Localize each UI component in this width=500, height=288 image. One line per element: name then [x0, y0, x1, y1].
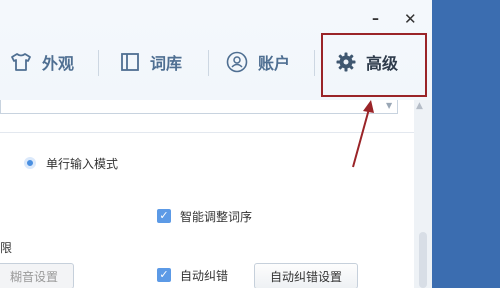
- minimize-button[interactable]: –: [372, 10, 379, 28]
- checkbox-autocorrect[interactable]: ✓: [157, 268, 171, 282]
- chevron-down-icon[interactable]: ▼: [386, 101, 392, 110]
- partial-label: 限: [0, 241, 13, 255]
- close-button[interactable]: ✕: [404, 10, 417, 28]
- tab-dictionary[interactable]: 词库: [120, 48, 182, 76]
- autocorrect-settings-button[interactable]: 自动纠错设置: [254, 263, 358, 288]
- radio-single-line-label: 单行输入模式: [46, 157, 119, 171]
- tab-account[interactable]: 账户: [226, 48, 290, 76]
- tab-label: 词库: [150, 54, 183, 73]
- tab-label: 外观: [42, 54, 75, 73]
- checkbox-smart-order-label: 智能调整词序: [180, 210, 253, 224]
- fuzzy-pinyin-settings-button[interactable]: 糊音设置: [0, 263, 74, 288]
- tab-divider: [208, 50, 209, 76]
- tshirt-icon: [10, 52, 32, 72]
- user-icon: [226, 51, 248, 73]
- checkbox-autocorrect-label: 自动纠错: [180, 269, 229, 283]
- tab-divider: [314, 50, 315, 76]
- tab-appearance[interactable]: 外观: [10, 48, 74, 76]
- annotation-highlight-box: [321, 33, 427, 97]
- scroll-up-arrow-icon[interactable]: ▲: [416, 101, 423, 111]
- settings-dialog: – ✕ 外观 词库 账户 高级 ▼ ▲ 单行输入模式 ✓ 智能调整词序 限 糊音…: [0, 0, 432, 288]
- annotation-arrow: [352, 100, 374, 168]
- radio-single-line[interactable]: [24, 157, 36, 169]
- checkbox-smart-order[interactable]: ✓: [157, 209, 171, 223]
- book-icon: [120, 52, 140, 72]
- scrollbar-thumb[interactable]: [419, 232, 427, 288]
- tab-divider: [98, 50, 99, 76]
- tab-label: 账户: [258, 54, 291, 73]
- dropdown-bottom-edge[interactable]: [0, 100, 398, 114]
